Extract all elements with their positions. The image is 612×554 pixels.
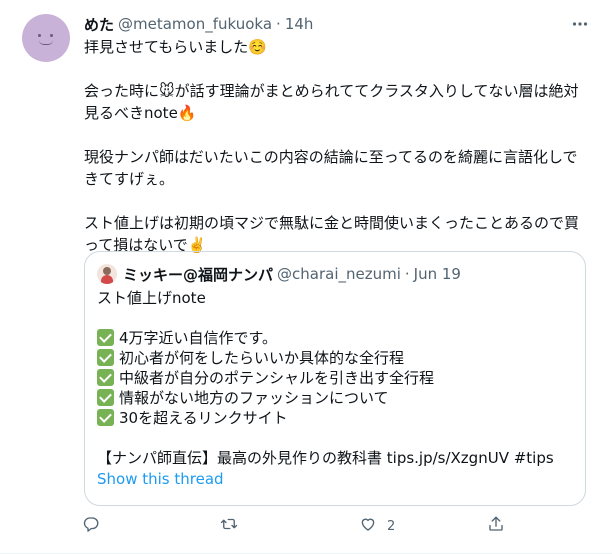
tweet-header: めた @metamon_fukuoka · 14h bbox=[84, 14, 313, 34]
avatar-eye-left bbox=[38, 34, 41, 37]
checklist-item-label: 中級者が自分のポテンシャルを引き出す全行程 bbox=[119, 369, 435, 387]
checklist-item-label: 4万字近い自信作です。 bbox=[119, 329, 278, 347]
share-button[interactable] bbox=[487, 514, 515, 538]
quote-gap bbox=[97, 308, 575, 328]
checklist-item: 4万字近い自信作です。 bbox=[97, 328, 575, 348]
display-name[interactable]: めた bbox=[84, 14, 114, 35]
share-icon bbox=[487, 515, 505, 537]
retweet-icon bbox=[220, 515, 238, 537]
more-icon[interactable] bbox=[570, 14, 590, 34]
timestamp[interactable]: 14h bbox=[285, 15, 314, 33]
quote-gap bbox=[97, 428, 575, 448]
reply-icon bbox=[82, 515, 100, 537]
checklist-item: 30を超えるリンクサイト bbox=[97, 408, 575, 428]
quote-avatar bbox=[97, 264, 117, 284]
checklist-item-label: 30を超えるリンクサイト bbox=[119, 409, 288, 427]
quote-header: ミッキー@福岡ナンパ @charai_nezumi · Jun 19 bbox=[97, 264, 461, 284]
tweet-gap bbox=[84, 124, 600, 146]
quote-display-name: ミッキー@福岡ナンパ bbox=[123, 265, 274, 284]
separator-dot: · bbox=[276, 15, 281, 33]
tweet-line: 現役ナンパ師はだいたいこの内容の結論に至ってるのを綺麗に言語化しで bbox=[84, 148, 578, 166]
tweet-gap bbox=[84, 58, 600, 80]
quote-separator-dot: · bbox=[404, 265, 410, 283]
avatar[interactable] bbox=[22, 14, 70, 62]
quote-avatar-body bbox=[101, 275, 113, 284]
retweet-button[interactable] bbox=[220, 514, 248, 538]
avatar-eye-right bbox=[50, 34, 53, 37]
like-button[interactable]: 2 bbox=[359, 514, 395, 538]
quote-promo: 【ナンパ師直伝】最高の外見作りの教科書 tips.jp/s/XzgnUV #ti… bbox=[97, 449, 554, 467]
checklist-item: 初心者が何をしたらいいか具体的な全行程 bbox=[97, 348, 575, 368]
user-handle[interactable]: @metamon_fukuoka bbox=[118, 15, 272, 33]
like-count: 2 bbox=[387, 518, 396, 534]
like-icon bbox=[359, 515, 377, 537]
check-icon bbox=[97, 349, 114, 366]
avatar-mouth bbox=[39, 40, 53, 45]
action-bar: 2 bbox=[80, 514, 520, 538]
tweet-line: 拝見させてもらいました☺️ bbox=[84, 38, 267, 56]
checklist-item: 情報がない地方のファッションについて bbox=[97, 388, 575, 408]
tweet-line: きてすげぇ。 bbox=[84, 170, 175, 188]
quote-handle: @charai_nezumi bbox=[277, 265, 401, 283]
show-thread-link[interactable]: Show this thread bbox=[97, 470, 224, 488]
tweet-text: 拝見させてもらいました☺️ 会った時に🐭が話す理論がまとめられててクラスタ入りし… bbox=[84, 36, 600, 256]
tweet-line: スト値上げは初期の頃マジで無駄に金と時間使いまくったことあるので買 bbox=[84, 214, 580, 232]
checklist-item-label: 初心者が何をしたらいいか具体的な全行程 bbox=[119, 349, 405, 367]
tweet[interactable]: めた @metamon_fukuoka · 14h 拝見させてもらいました☺️ … bbox=[0, 0, 612, 554]
tweet-gap bbox=[84, 190, 600, 212]
quote-text: スト値上げnote 4万字近い自信作です。 初心者が何をしたらいいか具体的な全行… bbox=[97, 288, 575, 468]
checklist-item-label: 情報がない地方のファッションについて bbox=[119, 389, 389, 407]
quote-date: Jun 19 bbox=[413, 265, 461, 283]
checklist-item: 中級者が自分のポテンシャルを引き出す全行程 bbox=[97, 368, 575, 388]
tweet-line: 会った時に🐭が話す理論がまとめられててクラスタ入りしてない層は絶対 bbox=[84, 82, 579, 100]
quote-avatar-head bbox=[103, 267, 111, 275]
tweet-line: 見るべきnote🔥 bbox=[84, 104, 197, 122]
reply-button[interactable] bbox=[82, 514, 110, 538]
check-icon bbox=[97, 409, 114, 426]
check-icon bbox=[97, 389, 114, 406]
check-icon bbox=[97, 369, 114, 386]
quote-title: スト値上げnote bbox=[97, 289, 206, 307]
quoted-tweet[interactable]: ミッキー@福岡ナンパ @charai_nezumi · Jun 19 スト値上げ… bbox=[84, 251, 586, 506]
check-icon bbox=[97, 329, 114, 346]
